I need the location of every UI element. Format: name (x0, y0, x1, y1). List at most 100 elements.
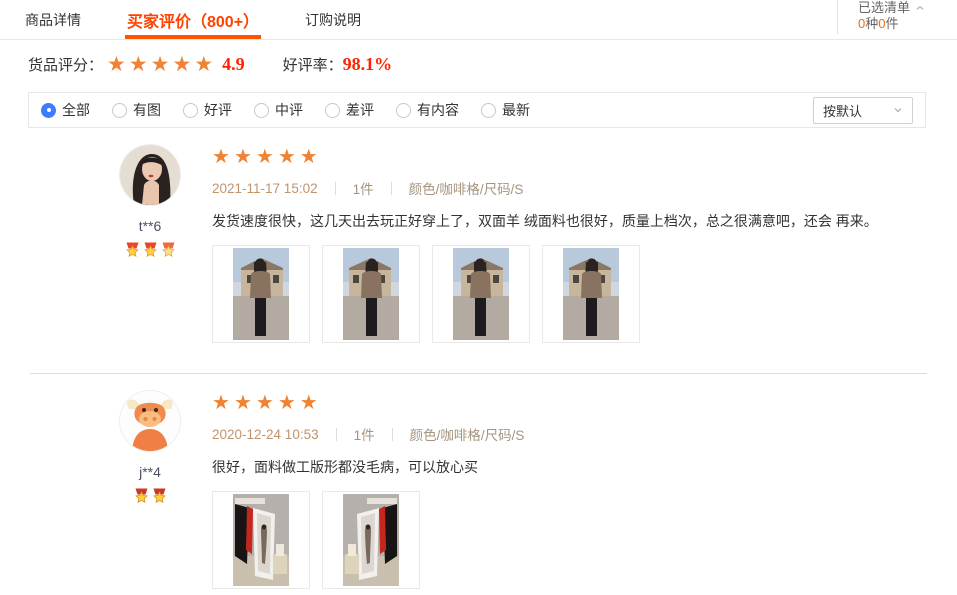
photo-wardrobe (233, 494, 289, 586)
review-photo[interactable] (322, 491, 420, 589)
review-date: 2020-12-24 10:53 (212, 427, 319, 442)
review-photo[interactable] (212, 491, 310, 589)
positive-rate-value: 98.1% (343, 54, 393, 75)
score-stars: ★★★★★ (107, 52, 216, 77)
selected-kinds-unit: 种 (865, 16, 878, 31)
reviewer-level-badges (88, 488, 212, 504)
filter-label: 有图 (133, 100, 161, 120)
star-icon: ★ (212, 392, 234, 414)
avatar-ox-cartoon (120, 391, 180, 451)
photo-wardrobe (343, 494, 399, 586)
filter-label: 中评 (275, 100, 303, 120)
positive-rate-label: 好评率： (283, 54, 343, 75)
sort-dropdown-value: 按默认 (823, 101, 862, 120)
star-icon: ★ (256, 392, 278, 414)
review-text: 发货速度很快，这几天出去玩正好穿上了，双面羊 绒面料也很好，质量上档次，总之很满… (212, 211, 927, 231)
review-photo[interactable] (212, 245, 310, 343)
reviewer-panel: t**6 (88, 144, 212, 343)
review-photo[interactable] (322, 245, 420, 343)
review-meta: 2021-11-17 15:02 1件 颜色/咖啡格/尺码/S (212, 178, 927, 198)
photo-outdoor (233, 248, 289, 340)
radio-icon (183, 103, 198, 118)
radio-icon (396, 103, 411, 118)
filter-label: 差评 (346, 100, 374, 120)
crown-medal-icon (134, 488, 149, 504)
review-date: 2021-11-17 15:02 (212, 181, 318, 196)
star-icon: ★ (173, 53, 195, 76)
star-icon: ★ (278, 146, 300, 168)
score-label: 货品评分： (28, 54, 103, 75)
review-text: 很好，面料做工版形都没毛病，可以放心买 (212, 457, 927, 477)
filter-label: 最新 (502, 100, 530, 120)
review-content: ★★★★★ 2021-11-17 15:02 1件 颜色/咖啡格/尺码/S 发货… (212, 144, 927, 343)
chevron-up-icon (915, 3, 925, 13)
sort-dropdown[interactable]: 按默认 (813, 97, 913, 124)
star-icon: ★ (151, 53, 173, 76)
review-meta: 2020-12-24 10:53 1件 颜色/咖啡格/尺码/S (212, 424, 927, 444)
star-icon: ★ (300, 392, 322, 414)
filter-with-content[interactable]: 有内容 (396, 100, 459, 120)
radio-icon (325, 103, 340, 118)
divider (391, 182, 392, 195)
radio-icon (254, 103, 269, 118)
review-photos (212, 491, 927, 589)
filter-neutral[interactable]: 中评 (254, 100, 303, 120)
review-content: ★★★★★ 2020-12-24 10:53 1件 颜色/咖啡格/尺码/S 很好… (212, 390, 927, 589)
review-photo[interactable] (432, 245, 530, 343)
selected-list-label: 已选清单 (858, 0, 910, 16)
photo-outdoor (453, 248, 509, 340)
review-photos (212, 245, 927, 343)
star-icon: ★ (300, 146, 322, 168)
crown-medal-icon (152, 488, 167, 504)
divider (336, 428, 337, 441)
radio-icon (481, 103, 496, 118)
star-icon: ★ (212, 146, 234, 168)
divider (392, 428, 393, 441)
crown-medal-icon (161, 242, 176, 258)
review-quantity: 1件 (353, 178, 374, 198)
selected-list-summary[interactable]: 已选清单 0种0件 (837, 0, 925, 34)
star-icon: ★ (234, 146, 256, 168)
filter-with-photos[interactable]: 有图 (112, 100, 161, 120)
star-icon: ★ (234, 392, 256, 414)
reviewer-name: j**4 (88, 464, 212, 480)
radio-icon (112, 103, 127, 118)
reviewer-name: t**6 (88, 218, 212, 234)
star-icon: ★ (107, 53, 129, 76)
review-item: t**6 ★★★★★ 2021-11-17 15:02 1件 颜色/咖啡格/尺码… (0, 128, 957, 343)
tab-order-instructions[interactable]: 订购说明 (303, 0, 363, 39)
divider (335, 182, 336, 195)
review-stars: ★★★★★ (212, 144, 927, 169)
filter-negative[interactable]: 差评 (325, 100, 374, 120)
review-sku: 颜色/咖啡格/尺码/S (410, 424, 525, 444)
star-icon: ★ (129, 53, 151, 76)
rating-summary: 货品评分： ★★★★★ 4.9 好评率： 98.1% (0, 40, 957, 76)
tab-buyer-reviews[interactable]: 买家评价（800+） (125, 0, 261, 39)
crown-medal-icon (143, 242, 158, 258)
review-filter-bar: 全部 有图 好评 中评 差评 有内容 最新 按默认 (28, 92, 926, 128)
star-icon: ★ (256, 146, 278, 168)
filter-latest[interactable]: 最新 (481, 100, 530, 120)
photo-outdoor (563, 248, 619, 340)
filter-label: 全部 (62, 100, 90, 120)
reviewer-panel: j**4 (88, 390, 212, 589)
filter-all[interactable]: 全部 (41, 100, 90, 120)
review-sku: 颜色/咖啡格/尺码/S (409, 178, 524, 198)
review-photo[interactable] (542, 245, 640, 343)
avatar[interactable] (119, 144, 181, 206)
filter-label: 有内容 (417, 100, 459, 120)
radio-icon (41, 103, 56, 118)
filter-positive[interactable]: 好评 (183, 100, 232, 120)
star-icon: ★ (278, 392, 300, 414)
review-item: j**4 ★★★★★ 2020-12-24 10:53 1件 颜色/咖啡格/尺码… (0, 374, 957, 589)
reviewer-level-badges (88, 242, 212, 258)
filter-label: 好评 (204, 100, 232, 120)
tab-bar: 商品详情 买家评价（800+） 订购说明 已选清单 0种0件 (0, 0, 957, 40)
avatar[interactable] (119, 390, 181, 452)
tab-product-details[interactable]: 商品详情 (23, 0, 83, 39)
review-quantity: 1件 (354, 424, 375, 444)
score-value: 4.9 (222, 54, 245, 75)
crown-medal-icon (125, 242, 140, 258)
selected-pieces-unit: 件 (885, 16, 898, 31)
chevron-down-icon (893, 105, 903, 115)
